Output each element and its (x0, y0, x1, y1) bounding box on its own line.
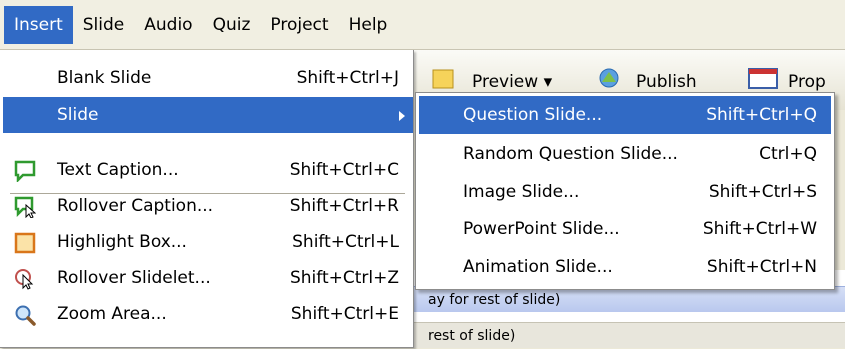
insert-menu: Blank Slide Shift+Ctrl+J Slide Text Capt… (0, 50, 414, 348)
menu-item-shortcut: Shift+Ctrl+S (708, 182, 817, 202)
menu-item-label: Rollover Caption... (57, 196, 214, 216)
folder-icon (432, 69, 454, 89)
menu-help[interactable]: Help (339, 6, 398, 44)
chevron-down-icon: ▾ (543, 72, 553, 92)
menu-item-label: Question Slide... (463, 105, 603, 125)
menu-item-shortcut: Shift+Ctrl+E (290, 304, 399, 324)
menu-project[interactable]: Project (260, 6, 338, 44)
menu-item-shortcut: Shift+Ctrl+J (296, 68, 399, 88)
menu-item-label: Blank Slide (57, 68, 152, 88)
menu-item-shortcut: Shift+Ctrl+L (292, 232, 399, 252)
highlight-box-icon (14, 232, 36, 254)
menu-item-powerpoint-slide[interactable]: PowerPoint Slide... Shift+Ctrl+W (419, 210, 831, 248)
menu-item-label: Image Slide... (463, 182, 580, 202)
menu-item-shortcut: Ctrl+Q (759, 144, 817, 164)
menu-item-shortcut: Shift+Ctrl+Q (706, 105, 817, 125)
menu-item-highlight-box[interactable]: Highlight Box... Shift+Ctrl+L (0, 224, 413, 260)
preview-label: Preview (472, 72, 539, 92)
menu-item-label: Rollover Slidelet... (57, 268, 211, 288)
menu-item-text-caption[interactable]: Text Caption... Shift+Ctrl+C (0, 152, 413, 188)
menu-item-blank-slide[interactable]: Blank Slide Shift+Ctrl+J (0, 60, 413, 96)
timeline-row: rest of slide) (400, 322, 845, 348)
menu-item-shortcut: Shift+Ctrl+C (289, 160, 399, 180)
slide-submenu: Question Slide... Shift+Ctrl+Q Random Qu… (415, 92, 835, 290)
menu-item-question-slide[interactable]: Question Slide... Shift+Ctrl+Q (419, 96, 831, 134)
menu-item-shortcut: Shift+Ctrl+W (702, 219, 817, 239)
menu-quiz[interactable]: Quiz (203, 6, 261, 44)
text-caption-icon (14, 160, 36, 182)
menu-item-label: PowerPoint Slide... (463, 219, 620, 239)
menu-item-animation-slide[interactable]: Animation Slide... Shift+Ctrl+N (419, 248, 831, 286)
menu-item-label: Zoom Area... (57, 304, 167, 324)
menu-item-label: Text Caption... (57, 160, 179, 180)
menu-item-zoom-area[interactable]: Zoom Area... Shift+Ctrl+E (0, 296, 413, 332)
submenu-arrow-icon (399, 111, 405, 121)
menu-insert[interactable]: Insert (4, 5, 73, 44)
menu-audio[interactable]: Audio (134, 6, 202, 44)
rollover-slidelet-icon (15, 269, 34, 290)
menu-item-random-question-slide[interactable]: Random Question Slide... Ctrl+Q (419, 135, 831, 173)
menu-item-label: Slide (57, 105, 99, 125)
rollover-caption-icon (14, 196, 36, 218)
menu-slide[interactable]: Slide (73, 6, 135, 44)
menu-item-image-slide[interactable]: Image Slide... Shift+Ctrl+S (419, 173, 831, 211)
menu-item-shortcut: Shift+Ctrl+N (706, 257, 817, 277)
menu-item-label: Animation Slide... (463, 257, 613, 277)
menu-item-shortcut: Shift+Ctrl+R (289, 196, 399, 216)
publish-icon (599, 68, 619, 88)
zoom-area-icon (15, 305, 36, 326)
properties-button[interactable]: Prop (788, 72, 826, 92)
menu-item-rollover-caption[interactable]: Rollover Caption... Shift+Ctrl+R (0, 188, 413, 224)
preview-button[interactable]: Preview ▾ (472, 72, 552, 92)
publish-button[interactable]: Publish (636, 72, 697, 92)
properties-icon (748, 68, 778, 89)
menu-item-slide[interactable]: Slide (3, 97, 413, 133)
menu-bar: Insert Slide Audio Quiz Project Help (0, 0, 845, 50)
menu-item-shortcut: Shift+Ctrl+Z (289, 268, 399, 288)
menu-item-label: Random Question Slide... (463, 144, 678, 164)
menu-item-rollover-slidelet[interactable]: Rollover Slidelet... Shift+Ctrl+Z (0, 260, 413, 296)
menu-item-label: Highlight Box... (57, 232, 187, 252)
